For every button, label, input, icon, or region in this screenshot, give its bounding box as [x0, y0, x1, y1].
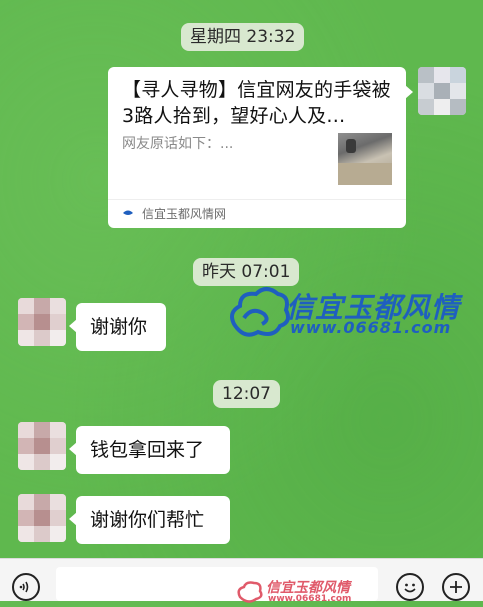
input-watermark-url: www.06681.com	[268, 594, 352, 604]
timestamp: 星期四 23:32	[181, 23, 305, 51]
message-input[interactable]: 信宜玉都风情 www.06681.com	[56, 567, 378, 604]
contact-avatar[interactable]	[18, 298, 66, 346]
cloud-logo-icon	[230, 287, 290, 337]
contact-avatar[interactable]	[18, 422, 66, 470]
watermark-url: www.06681.com	[290, 318, 452, 337]
input-bar: 信宜玉都风情 www.06681.com	[0, 558, 483, 604]
plus-icon	[450, 581, 462, 593]
contact-avatar[interactable]	[18, 494, 66, 542]
voice-button[interactable]	[12, 573, 40, 601]
input-watermark: 信宜玉都风情 www.06681.com	[236, 577, 366, 607]
timestamp: 昨天 07:01	[193, 258, 300, 286]
watermark: 信宜玉都风情 www.06681.com	[226, 284, 476, 342]
card-source: 信宜玉都风情网	[142, 207, 227, 221]
source-logo-icon	[123, 210, 133, 215]
message-bubble[interactable]: 谢谢你	[69, 303, 166, 351]
emoji-button[interactable]	[396, 573, 424, 601]
timestamp: 12:07	[213, 380, 280, 408]
voice-icon	[19, 581, 29, 593]
watermark-logo-icon	[237, 581, 263, 603]
card-description: 网友原话如下：...	[122, 136, 234, 152]
more-button[interactable]	[442, 573, 470, 601]
card-divider	[108, 199, 406, 200]
emoji-icon	[404, 583, 416, 593]
card-title: 【寻人寻物】信宜网友的手袋被3路人拾到，望好心人及…	[122, 79, 391, 127]
card-thumbnail	[338, 133, 392, 185]
shared-article-card[interactable]: 【寻人寻物】信宜网友的手袋被3路人拾到，望好心人及… 网友原话如下：... 信宜…	[108, 67, 413, 228]
message-bubble[interactable]: 钱包拿回来了	[69, 426, 230, 474]
message-bubble[interactable]: 谢谢你们帮忙	[69, 496, 230, 544]
self-avatar[interactable]	[418, 67, 466, 115]
